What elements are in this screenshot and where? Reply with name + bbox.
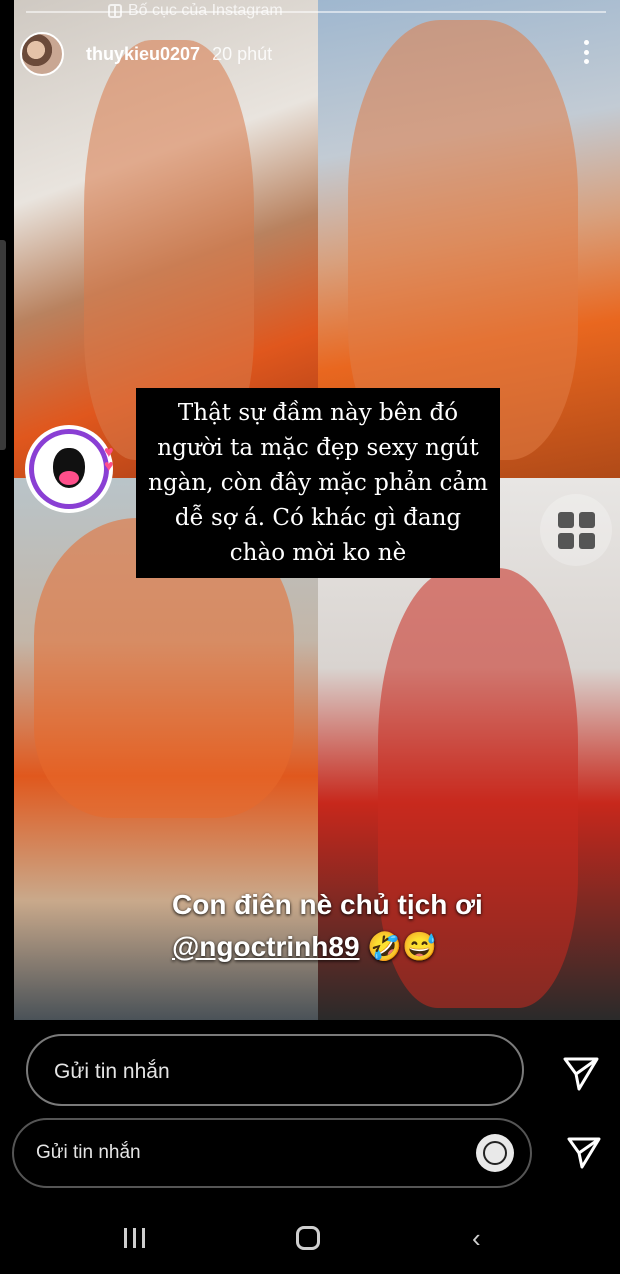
layout-icon: [108, 4, 122, 18]
username[interactable]: thuykieu0207: [86, 44, 200, 65]
send-icon-2[interactable]: [566, 1136, 602, 1175]
story-header: thuykieu0207 20 phút: [20, 32, 272, 76]
layout-label-text: Bố cục của Instagram: [128, 2, 283, 19]
layout-label: Bố cục của Instagram: [108, 2, 283, 20]
message-placeholder-1: Gửi tin nhắn: [54, 1060, 170, 1083]
more-vertical-icon[interactable]: [584, 40, 590, 64]
avatar[interactable]: [20, 32, 64, 76]
layout-grid-button[interactable]: [540, 494, 612, 566]
mention-text: Con điên nè chủ tịch ơi @ngoctrinh89 🤣😅: [172, 884, 483, 968]
recent-apps-icon[interactable]: [124, 1228, 145, 1248]
home-icon[interactable]: [296, 1226, 320, 1250]
emoji-icon[interactable]: [476, 1134, 514, 1172]
side-edge-handle: [0, 240, 6, 450]
caption-text: Thật sự đầm này bên đó người ta mặc đẹp …: [148, 400, 488, 566]
message-input-2[interactable]: Gửi tin nhắn: [12, 1118, 532, 1188]
send-icon[interactable]: [562, 1056, 600, 1097]
mention-line1: Con điên nè chủ tịch ơi: [172, 889, 483, 920]
message-placeholder-2: Gửi tin nhắn: [36, 1142, 141, 1163]
hearts-icon: ♥ ♥: [104, 444, 114, 475]
back-icon[interactable]: ‹: [472, 1225, 481, 1251]
post-time: 20 phút: [212, 43, 273, 64]
message-input-1[interactable]: Gửi tin nhắn: [26, 1034, 524, 1106]
shouting-mouth-sticker: [34, 434, 104, 504]
system-nav-bar: ‹: [0, 1200, 620, 1274]
mention-emojis: 🤣😅: [367, 931, 438, 962]
mention-handle[interactable]: @ngoctrinh89: [172, 931, 360, 962]
tongue-icon: [59, 471, 79, 485]
caption-box: Thật sự đầm này bên đó người ta mặc đẹp …: [136, 388, 500, 578]
